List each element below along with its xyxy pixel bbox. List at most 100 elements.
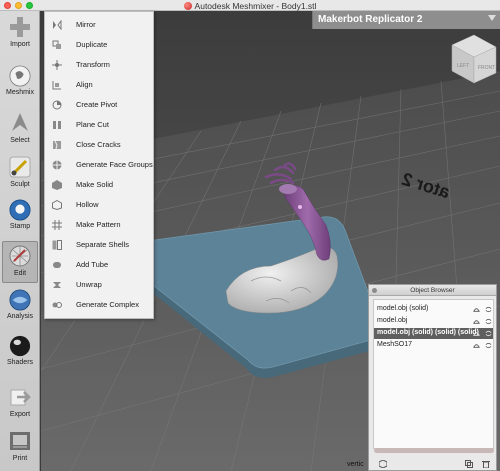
tool-print[interactable]: Print	[2, 427, 38, 469]
window-title: Autodesk Meshmixer - Body1.stl	[194, 1, 317, 11]
object-row[interactable]: model.obj	[374, 316, 493, 327]
menu-item-label: Hollow	[76, 200, 99, 209]
trash-icon[interactable]	[482, 460, 490, 468]
menu-item-plane-cut[interactable]: Plane Cut	[45, 115, 153, 135]
object-row[interactable]: MeshSO17	[374, 340, 493, 351]
printer-name: Makerbot Replicator 2	[318, 14, 423, 25]
tool-stamp-label: Stamp	[9, 223, 31, 230]
tool-shaders[interactable]: Shaders	[2, 333, 38, 375]
tube-icon	[53, 262, 61, 268]
menu-item-generate-face-groups[interactable]: Generate Face Groups	[45, 155, 153, 175]
viewcube-front-label: FRONT	[478, 65, 495, 71]
hollow-icon	[52, 200, 62, 210]
menu-item-duplicate[interactable]: Duplicate	[45, 35, 153, 55]
object-browser-footer	[369, 457, 496, 470]
menu-item-align[interactable]: Align	[45, 75, 153, 95]
lock-link-icon[interactable]	[485, 330, 492, 337]
menu-item-label: Plane Cut	[76, 120, 109, 129]
tool-sculpt-label: Sculpt	[10, 181, 30, 188]
menu-item-transform[interactable]: Transform	[45, 55, 153, 75]
edit-mesh-icon	[9, 245, 31, 267]
chevron-down-icon	[488, 15, 496, 21]
menu-item-label: Duplicate	[76, 40, 108, 49]
edit-menu: Mirror Duplicate Transform Align Create …	[44, 11, 154, 319]
lock-link-icon[interactable]	[485, 318, 492, 325]
menu-item-make-pattern[interactable]: Make Pattern	[45, 215, 153, 235]
lock-link-icon[interactable]	[485, 306, 492, 313]
menu-item-label: Create Pivot	[76, 100, 118, 109]
viewcube-left-label: LEFT	[457, 63, 469, 69]
object-row-selected[interactable]: model.obj (solid) (solid) (solid)	[374, 328, 493, 339]
view-cube[interactable]: LEFT FRONT	[451, 34, 497, 84]
printer-selector[interactable]: Makerbot Replicator 2	[312, 11, 500, 29]
menu-item-hollow[interactable]: Hollow	[45, 195, 153, 215]
visibility-icon[interactable]	[473, 318, 480, 325]
menu-item-close-cracks[interactable]: Close Cracks	[45, 135, 153, 155]
tool-export[interactable]: Export	[2, 383, 38, 425]
menu-item-create-pivot[interactable]: Create Pivot	[45, 95, 153, 115]
transform-icon	[52, 60, 62, 70]
duplicate-object-icon[interactable]	[465, 460, 473, 468]
window-titlebar: Autodesk Meshmixer - Body1.stl	[0, 0, 500, 11]
tool-select-label: Select	[10, 137, 30, 144]
visibility-icon[interactable]	[473, 306, 480, 313]
vertices-status-label: vertic	[347, 461, 364, 468]
cursor-arrow-icon	[12, 113, 28, 131]
menu-item-add-tube[interactable]: Add Tube	[45, 255, 153, 275]
left-toolbar: Import Meshmix Select Sculpt Stamp Edit …	[0, 11, 40, 471]
visibility-icon[interactable]	[473, 342, 480, 349]
analysis-ball-icon	[9, 289, 31, 311]
face-groups-icon	[52, 160, 62, 170]
close-icon[interactable]	[372, 288, 377, 293]
menu-item-label: Generate Complex	[76, 300, 139, 309]
menu-item-mirror[interactable]: Mirror	[45, 15, 153, 35]
lock-link-icon[interactable]	[485, 342, 492, 349]
pivot-icon	[52, 100, 62, 110]
separate-shells-icon	[52, 240, 62, 250]
tool-shaders-label: Shaders	[6, 359, 34, 366]
menu-item-label: Align	[76, 80, 93, 89]
object-list-scrollbar[interactable]	[374, 448, 494, 453]
object-name: model.obj (solid) (solid) (solid)	[377, 329, 479, 336]
tool-select[interactable]: Select	[2, 109, 38, 151]
tool-sculpt[interactable]: Sculpt	[2, 153, 38, 195]
make-solid-icon	[52, 180, 62, 190]
meshmix-ball-icon	[9, 65, 31, 87]
duplicate-icon	[52, 40, 61, 49]
menu-item-label: Mirror	[76, 20, 96, 29]
stamp-ball-icon	[9, 199, 31, 221]
tool-analysis[interactable]: Analysis	[2, 287, 38, 329]
tool-import[interactable]: Import	[2, 13, 38, 55]
shader-ball-icon	[9, 335, 31, 357]
menu-item-unwrap[interactable]: Unwrap	[45, 275, 153, 295]
brush-icon	[9, 156, 31, 178]
cube-icon[interactable]	[379, 460, 387, 468]
object-row[interactable]: model.obj (solid)	[374, 304, 493, 315]
align-icon	[52, 81, 61, 90]
menu-item-label: Make Solid	[76, 180, 114, 189]
plane-cut-icon	[53, 121, 61, 129]
menu-item-label: Make Pattern	[76, 220, 121, 229]
tool-edit[interactable]: Edit	[2, 241, 38, 283]
tool-stamp[interactable]: Stamp	[2, 197, 38, 239]
unwrap-icon	[53, 282, 61, 288]
tool-print-label: Print	[12, 455, 28, 462]
menu-item-label: Unwrap	[76, 280, 102, 289]
tool-export-label: Export	[9, 411, 31, 418]
mirror-icon	[53, 20, 62, 30]
meshmixer-logo-icon	[183, 2, 192, 10]
printer-icon	[10, 432, 30, 450]
complex-icon	[52, 302, 62, 308]
menu-item-separate-shells[interactable]: Separate Shells	[45, 235, 153, 255]
tool-meshmix[interactable]: Meshmix	[2, 63, 38, 105]
menu-item-label: Add Tube	[76, 260, 109, 269]
menu-item-make-solid[interactable]: Make Solid	[45, 175, 153, 195]
object-name: model.obj (solid)	[377, 305, 429, 312]
object-browser-panel: Object Browser model.obj (solid) model.o…	[368, 284, 497, 471]
visibility-icon[interactable]	[473, 330, 480, 337]
menu-item-label: Generate Face Groups	[76, 160, 153, 169]
object-browser-title: Object Browser	[410, 287, 455, 294]
plus-icon	[10, 17, 30, 37]
menu-item-generate-complex[interactable]: Generate Complex	[45, 295, 153, 315]
menu-item-label: Transform	[76, 60, 110, 69]
